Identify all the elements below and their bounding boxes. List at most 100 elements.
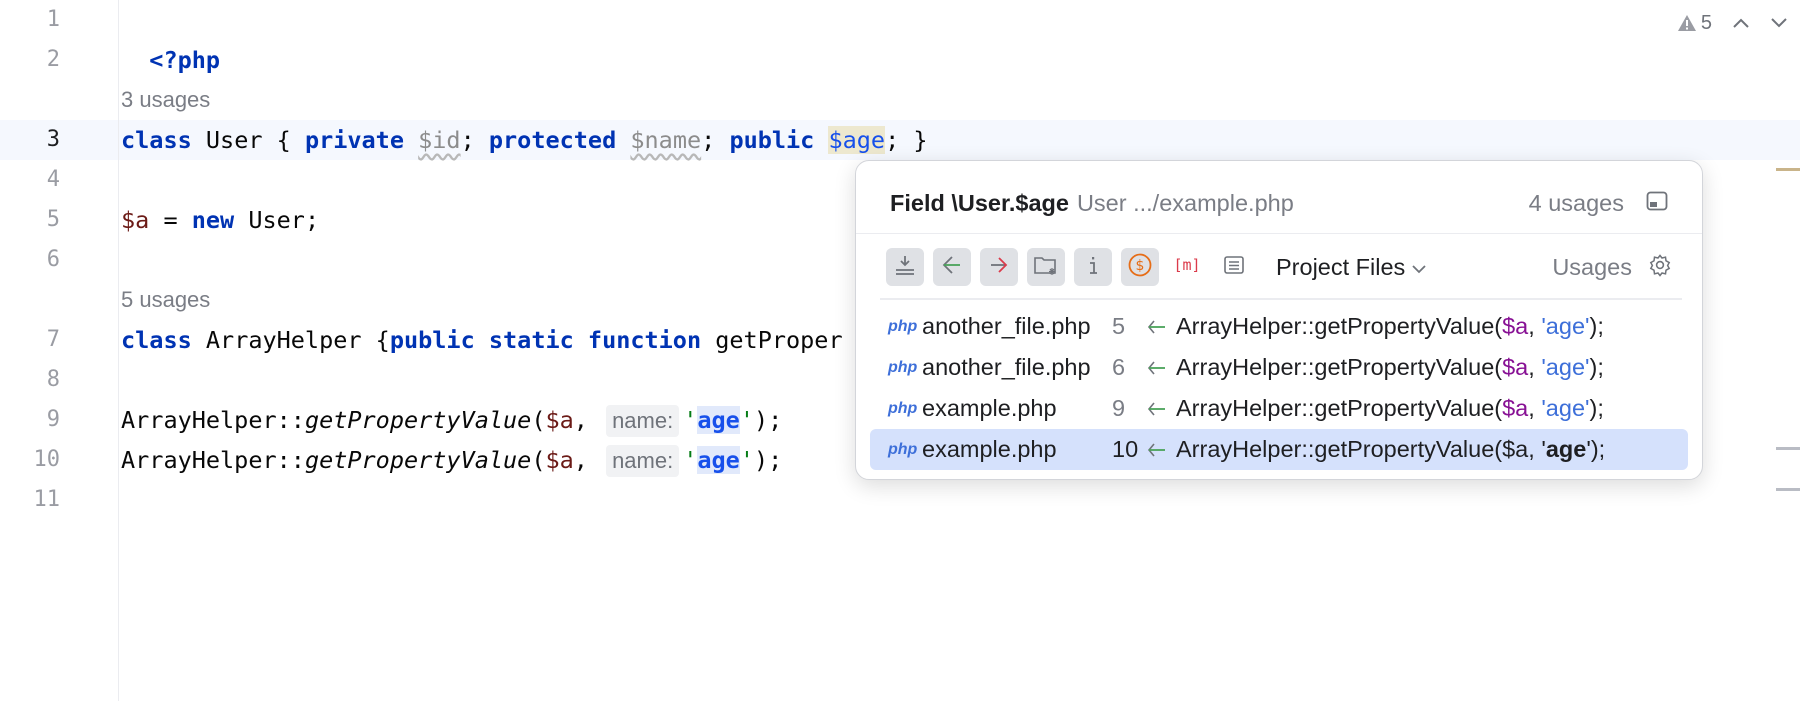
quote: '	[739, 446, 754, 474]
show-usages-popup[interactable]: Field \User.$age User .../example.php 4 …	[855, 160, 1703, 480]
method-call[interactable]: getPropertyValue	[305, 446, 531, 474]
code-line-10[interactable]: ArrayHelper::getPropertyValue($a, name: '…	[121, 440, 782, 480]
snippet-string: 'age'	[1541, 395, 1590, 421]
snippet-string-bold: age	[1545, 436, 1587, 462]
merge-usages-button[interactable]	[886, 248, 924, 286]
snippet-call: ArrayHelper::getPropertyValue(	[1176, 354, 1503, 380]
usage-line-number: 9	[1112, 395, 1126, 421]
parameter-hint: name:	[606, 445, 680, 477]
keyword-class: class	[121, 326, 192, 354]
separator: ;	[701, 126, 730, 154]
code-line-7[interactable]: class ArrayHelper {public static functio…	[121, 320, 843, 360]
usages-count: 4 usages	[1528, 189, 1624, 216]
snippet-call: ArrayHelper::getPropertyValue(	[1176, 313, 1503, 339]
snippet-string: 'age'	[1541, 354, 1590, 380]
scrollbar-marker-usage[interactable]	[1776, 488, 1800, 491]
variable-a[interactable]: $a	[545, 446, 573, 474]
php-file-icon: php	[888, 317, 918, 335]
usage-row[interactable]: php another_file.php 5 ArrayHelper::getP…	[870, 306, 1688, 347]
snippet-end: );	[1589, 313, 1604, 339]
usage-row[interactable]: php another_file.php 6 ArrayHelper::getP…	[870, 347, 1688, 388]
preview-button[interactable]	[1215, 248, 1253, 286]
field-age[interactable]: $age	[828, 126, 886, 154]
write-access-button[interactable]	[980, 248, 1018, 286]
dynamic-usages-button[interactable]: $	[1121, 248, 1159, 286]
preview-list-icon	[1222, 253, 1246, 282]
snippet-end: );	[1590, 436, 1606, 462]
inspection-widget[interactable]: 5	[1677, 6, 1788, 40]
line-number: 7	[46, 327, 60, 352]
merge-lines-icon	[893, 253, 917, 282]
popup-subtitle: User .../example.php	[1076, 189, 1294, 216]
statement-end: );	[753, 406, 783, 434]
read-access-button[interactable]	[933, 248, 971, 286]
line-number: 6	[46, 247, 60, 272]
string-literal: 'age'	[683, 446, 754, 474]
popup-toolbar: $ [m] Project Files Usages	[886, 247, 1672, 287]
usage-row[interactable]: php example.php 9 ArrayHelper::getProper…	[870, 388, 1688, 429]
snippet-variable: $a	[1502, 395, 1529, 421]
snippet-call: ArrayHelper::getPropertyValue(	[1176, 436, 1503, 462]
keyword-static: static	[488, 326, 574, 354]
code-line-3[interactable]: class User { private $id; protected $nam…	[121, 120, 928, 160]
keyword-new: new	[191, 206, 235, 234]
variable-a[interactable]: $a	[121, 206, 149, 234]
popup-header: Field \User.$age User .../example.php 4 …	[890, 183, 1668, 223]
method-call[interactable]: getPropertyValue	[305, 406, 531, 434]
usage-line-number: 6	[1112, 354, 1126, 380]
show-info-button[interactable]	[1074, 248, 1112, 286]
keyword-public: public	[729, 126, 815, 154]
paren: (	[531, 406, 546, 434]
variable-a[interactable]: $a	[545, 406, 573, 434]
line-number: 5	[46, 207, 60, 232]
scrollbar-marker-caret[interactable]	[1776, 168, 1800, 171]
usage-row-selected[interactable]: php example.php 10 ArrayHelper::getPrope…	[870, 429, 1688, 470]
chevron-up-icon[interactable]	[1732, 17, 1750, 29]
keyword-public: public	[389, 326, 475, 354]
read-access-icon	[1146, 359, 1176, 377]
line-number: 9	[46, 407, 60, 432]
quote: '	[683, 446, 698, 474]
open-in-window-icon[interactable]	[1646, 190, 1668, 217]
scrollbar-marker-usage[interactable]	[1776, 447, 1800, 450]
field-id[interactable]: $id	[418, 126, 460, 154]
usage-file-name: example.php	[922, 436, 1057, 462]
code-line-1[interactable]: <?php	[121, 0, 220, 74]
gear-icon[interactable]	[1648, 253, 1672, 282]
usages-type-label[interactable]: Usages	[1552, 254, 1632, 281]
usages-hint-arrayhelper[interactable]: 5 usages	[121, 280, 210, 320]
usage-file-name: example.php	[922, 395, 1057, 421]
scope-dropdown[interactable]: Project Files	[1276, 254, 1427, 281]
line-number: 10	[33, 447, 61, 472]
snippet-call: ArrayHelper::getPropertyValue(	[1176, 395, 1503, 421]
snippet-comma: ,	[1528, 354, 1542, 380]
line-number: 4	[46, 167, 60, 192]
line-number-gutter[interactable]: 1 2 3 4 5 6 7 8 9 10 11	[0, 0, 119, 701]
usage-file-name: another_file.php	[922, 313, 1091, 339]
group-by-directory-button[interactable]	[1027, 248, 1065, 286]
field-name[interactable]: $name	[630, 126, 701, 154]
usages-hint-user-class[interactable]: 3 usages	[121, 80, 210, 120]
separator: ;	[460, 126, 489, 154]
code-line-9[interactable]: ArrayHelper::getPropertyValue($a, name: '…	[121, 400, 782, 440]
class-ref-user: User;	[234, 206, 320, 234]
chevron-down-icon[interactable]	[1770, 17, 1788, 29]
code-line-5[interactable]: $a = new User;	[121, 200, 319, 240]
magic-methods-button[interactable]: [m]	[1168, 248, 1206, 286]
line-number: 11	[33, 487, 61, 512]
warnings-counter[interactable]: 5	[1677, 12, 1712, 35]
string-age-highlight: age	[697, 406, 740, 434]
read-access-icon	[1146, 441, 1176, 459]
quote: '	[739, 406, 754, 434]
line-number: 2	[46, 47, 60, 72]
keyword-protected: protected	[488, 126, 617, 154]
divider	[880, 298, 1682, 300]
usage-code-snippet: ArrayHelper::getPropertyValue($a, 'age')…	[1176, 436, 1605, 463]
keyword-function: function	[587, 326, 702, 354]
snippet-variable: $a	[1502, 313, 1529, 339]
line-number: 3	[46, 127, 60, 152]
